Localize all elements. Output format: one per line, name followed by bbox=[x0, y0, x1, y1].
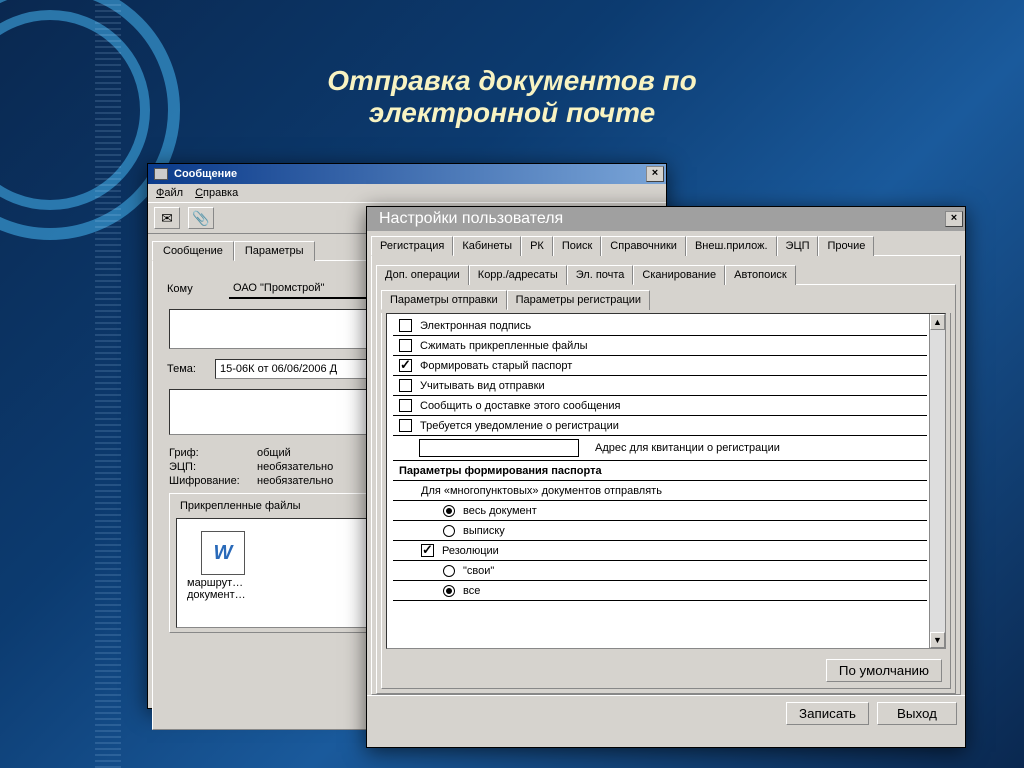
message-titlebar[interactable]: Сообщение × bbox=[148, 164, 666, 184]
address-field[interactable] bbox=[419, 439, 579, 457]
radio-own[interactable] bbox=[443, 565, 455, 577]
slide-title: Отправка документов по электронной почте bbox=[0, 65, 1024, 129]
tab-params[interactable]: Параметры bbox=[234, 241, 315, 261]
sub-tab-0[interactable]: Доп. операции bbox=[376, 265, 469, 285]
main-tab-4[interactable]: Справочники bbox=[601, 236, 686, 256]
settings-title: Настройки пользователя bbox=[373, 210, 563, 228]
mail-icon bbox=[154, 168, 168, 180]
opt-compress: Сжимать прикрепленные файлы bbox=[420, 340, 588, 352]
attachment-item[interactable]: маршрут… документ… bbox=[183, 525, 263, 621]
menu-file[interactable]: Файл bbox=[156, 187, 183, 199]
message-title: Сообщение bbox=[174, 168, 237, 180]
opt-whole-doc: весь документ bbox=[463, 505, 537, 517]
opt-old-passport: Формировать старый паспорт bbox=[420, 360, 572, 372]
tab-message[interactable]: Сообщение bbox=[152, 241, 234, 261]
heading-passport-params: Параметры формирования паспорта bbox=[393, 461, 927, 481]
opt-excerpt: выписку bbox=[463, 525, 505, 537]
sub-tab-3[interactable]: Сканирование bbox=[633, 265, 725, 285]
save-button[interactable]: Записать bbox=[786, 702, 869, 725]
settings-titlebar[interactable]: Настройки пользователя × bbox=[367, 207, 965, 231]
opt-resolutions: Резолюции bbox=[442, 545, 499, 557]
label-multi-doc: Для «многопунктовых» документов отправля… bbox=[393, 481, 927, 501]
main-tab-1[interactable]: Кабинеты bbox=[453, 236, 521, 256]
value-ecp: необязательно bbox=[257, 461, 333, 473]
sub-tab-4[interactable]: Автопоиск bbox=[725, 265, 796, 285]
sub-tab-1[interactable]: Корр./адресаты bbox=[469, 265, 567, 285]
options-list: Электронная подпись Сжимать прикрепленны… bbox=[386, 313, 946, 649]
main-tab-3[interactable]: Поиск bbox=[553, 236, 601, 256]
menu-bar: Файл Справка bbox=[148, 184, 666, 202]
opt-all: все bbox=[463, 585, 480, 597]
exit-button[interactable]: Выход bbox=[877, 702, 957, 725]
checkbox-digital-sign[interactable] bbox=[399, 319, 412, 332]
label-grif: Гриф: bbox=[169, 447, 249, 459]
label-subject: Тема: bbox=[167, 363, 205, 375]
menu-help[interactable]: Справка bbox=[195, 187, 238, 199]
param-tab-0[interactable]: Параметры отправки bbox=[381, 290, 507, 310]
defaults-button[interactable]: По умолчанию bbox=[826, 659, 942, 682]
attachments-label: Прикрепленные файлы bbox=[176, 500, 305, 512]
label-to: Кому bbox=[167, 283, 219, 295]
main-tab-6[interactable]: ЭЦП bbox=[777, 236, 819, 256]
settings-window: Настройки пользователя × РегистрацияКаби… bbox=[366, 206, 966, 748]
send-icon[interactable]: ✉ bbox=[154, 207, 180, 229]
close-icon[interactable]: × bbox=[646, 166, 664, 182]
sub-tab-2[interactable]: Эл. почта bbox=[567, 265, 634, 285]
attachment-name-2: документ… bbox=[183, 589, 263, 601]
attachment-name-1: маршрут… bbox=[183, 577, 263, 589]
radio-all[interactable] bbox=[443, 585, 455, 597]
checkbox-old-passport[interactable] bbox=[399, 359, 412, 372]
scroll-up-icon[interactable]: ▲ bbox=[930, 314, 945, 330]
label-ecp: ЭЦП: bbox=[169, 461, 249, 473]
opt-send-type: Учитывать вид отправки bbox=[420, 380, 545, 392]
param-tab-1[interactable]: Параметры регистрации bbox=[507, 290, 650, 310]
param-tab-strip: Параметры отправкиПараметры регистрации bbox=[381, 289, 951, 309]
value-encryption: необязательно bbox=[257, 475, 333, 487]
opt-own: "свои" bbox=[463, 565, 494, 577]
attach-icon[interactable]: 📎 bbox=[188, 207, 214, 229]
label-encryption: Шифрование: bbox=[169, 475, 249, 487]
main-tab-0[interactable]: Регистрация bbox=[371, 236, 453, 256]
scrollbar[interactable]: ▲ ▼ bbox=[929, 314, 945, 648]
checkbox-reg-notify[interactable] bbox=[399, 419, 412, 432]
main-tab-2[interactable]: РК bbox=[521, 236, 553, 256]
word-doc-icon bbox=[201, 531, 245, 575]
value-grif: общий bbox=[257, 447, 291, 459]
opt-addr-label: Адрес для квитанции о регистрации bbox=[595, 442, 780, 454]
main-tab-7[interactable]: Прочие bbox=[818, 236, 874, 256]
sub-tab-strip: Доп. операцииКорр./адресатыЭл. почтаСкан… bbox=[376, 264, 956, 284]
main-tab-strip: РегистрацияКабинетыРКПоискСправочникиВне… bbox=[371, 235, 961, 255]
checkbox-send-type[interactable] bbox=[399, 379, 412, 392]
opt-digital-sign: Электронная подпись bbox=[420, 320, 531, 332]
checkbox-resolutions[interactable] bbox=[421, 544, 434, 557]
opt-delivery: Сообщить о доставке этого сообщения bbox=[420, 400, 620, 412]
opt-reg-notify: Требуется уведомление о регистрации bbox=[420, 420, 619, 432]
checkbox-delivery[interactable] bbox=[399, 399, 412, 412]
main-tab-5[interactable]: Внеш.прилож. bbox=[686, 236, 777, 256]
checkbox-compress[interactable] bbox=[399, 339, 412, 352]
radio-whole-doc[interactable] bbox=[443, 505, 455, 517]
scroll-down-icon[interactable]: ▼ bbox=[930, 632, 945, 648]
radio-excerpt[interactable] bbox=[443, 525, 455, 537]
close-icon[interactable]: × bbox=[945, 211, 963, 227]
